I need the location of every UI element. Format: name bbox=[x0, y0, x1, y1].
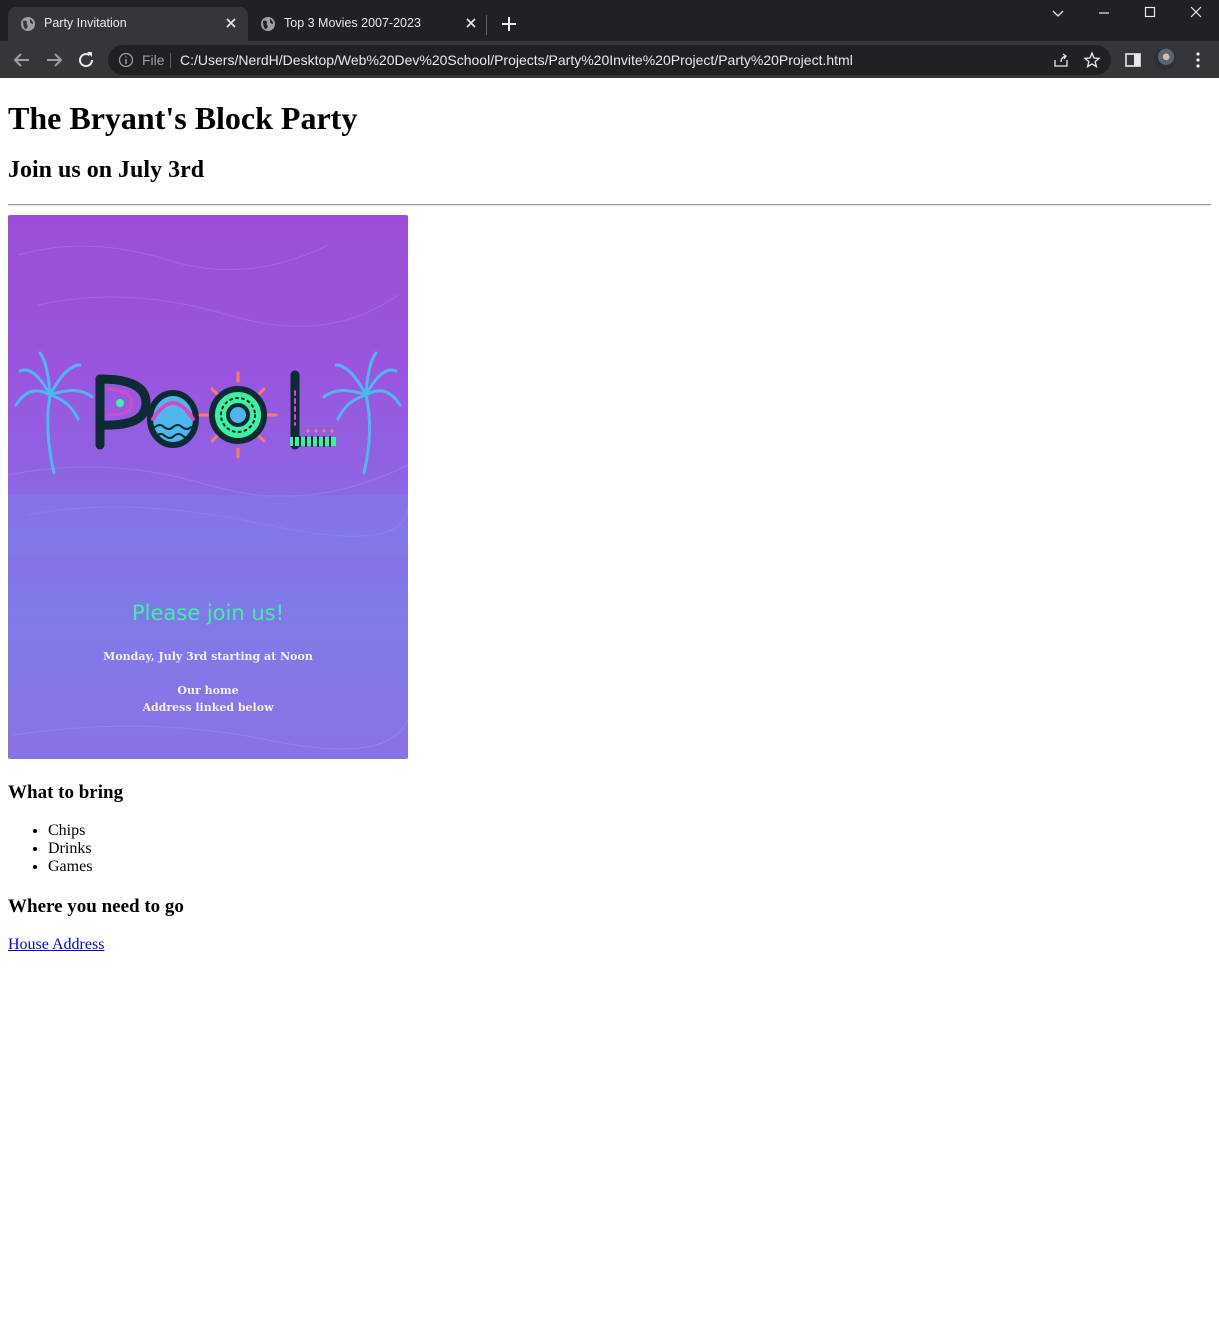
forward-arrow-icon[interactable] bbox=[42, 48, 66, 72]
tab-party-invitation[interactable]: Party Invitation bbox=[8, 7, 248, 41]
list-item: Chips bbox=[48, 822, 92, 840]
close-tab-icon[interactable] bbox=[222, 14, 240, 32]
profile-avatar[interactable] bbox=[1154, 48, 1176, 70]
back-arrow-icon[interactable] bbox=[10, 48, 34, 72]
bring-list: Chips Drinks Games bbox=[8, 822, 92, 876]
more-menu-icon[interactable] bbox=[1188, 50, 1208, 70]
minimize-icon[interactable] bbox=[1090, 4, 1118, 24]
close-tab-icon[interactable] bbox=[462, 14, 480, 32]
pool-logo bbox=[95, 370, 336, 459]
tab-top-3-movies[interactable]: Top 3 Movies 2007-2023 bbox=[248, 7, 488, 41]
address-bar[interactable]: File C:/Users/NerdH/Desktop/Web%20Dev%20… bbox=[108, 45, 1111, 75]
info-icon[interactable] bbox=[118, 52, 134, 68]
where-to-go-heading: Where you need to go bbox=[8, 896, 184, 917]
poster-headline: Please join us! bbox=[132, 601, 284, 625]
share-icon[interactable] bbox=[1052, 51, 1070, 69]
url-text[interactable]: C:/Users/NerdH/Desktop/Web%20Dev%20Schoo… bbox=[180, 52, 853, 68]
tab-title: Top 3 Movies 2007-2023 bbox=[284, 16, 421, 30]
browser-toolbar: File C:/Users/NerdH/Desktop/Web%20Dev%20… bbox=[0, 41, 1219, 78]
globe-icon bbox=[21, 17, 35, 31]
side-panel-icon[interactable] bbox=[1123, 50, 1143, 70]
close-window-icon[interactable] bbox=[1182, 4, 1210, 24]
palm-tree-left-icon bbox=[14, 351, 94, 475]
new-tab-plus-icon[interactable] bbox=[498, 13, 520, 35]
tab-search-chevron-icon[interactable] bbox=[1044, 4, 1072, 24]
tab-divider bbox=[486, 15, 487, 35]
house-address-link[interactable]: House Address bbox=[8, 936, 104, 954]
tab-strip: Party Invitation Top 3 Movies 2007-2023 bbox=[0, 0, 1219, 41]
maximize-icon[interactable] bbox=[1136, 4, 1164, 24]
party-invitation-image: Please join us! Monday, July 3rd startin… bbox=[8, 215, 408, 759]
poster-address-line: Address linked below bbox=[142, 701, 274, 714]
scheme-label: File bbox=[142, 52, 165, 68]
poster-date-line: Monday, July 3rd starting at Noon bbox=[103, 650, 313, 663]
horizontal-rule bbox=[8, 204, 1211, 206]
bookmark-star-icon[interactable] bbox=[1083, 51, 1101, 69]
palm-tree-right-icon bbox=[322, 351, 402, 475]
list-item: Games bbox=[48, 858, 92, 876]
what-to-bring-heading: What to bring bbox=[8, 782, 124, 803]
page-title: The Bryant's Block Party bbox=[8, 100, 358, 136]
page-subtitle: Join us on July 3rd bbox=[8, 157, 205, 183]
poster-artwork bbox=[8, 244, 408, 750]
list-item: Drinks bbox=[48, 840, 92, 858]
omnibox-divider bbox=[170, 53, 171, 68]
reload-icon[interactable] bbox=[74, 48, 98, 72]
poster-location-line: Our home bbox=[177, 684, 239, 697]
globe-icon bbox=[261, 17, 275, 31]
tab-title: Party Invitation bbox=[44, 16, 127, 30]
